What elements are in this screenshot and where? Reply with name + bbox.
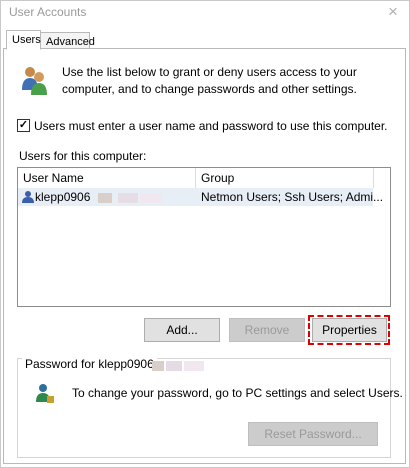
group-cell: Netmon Users; Ssh Users; Admi...: [201, 190, 384, 204]
users-list-label: Users for this computer:: [19, 149, 147, 163]
password-group-title: Password for klepp0906: [22, 357, 157, 371]
password-text: To change your password, go to PC settin…: [72, 386, 403, 400]
reset-password-button[interactable]: Reset Password...: [248, 422, 378, 446]
close-icon[interactable]: ×: [382, 1, 404, 23]
redacted-block: [184, 361, 204, 371]
redacted-block: [152, 361, 164, 371]
redacted-block: [140, 193, 162, 203]
info-text: Use the list below to grant or deny user…: [62, 65, 357, 96]
column-header-group[interactable]: Group: [196, 168, 374, 188]
window-title: User Accounts: [9, 5, 87, 19]
redacted-block: [166, 361, 182, 371]
require-login-label: Users must enter a user name and passwor…: [34, 119, 388, 133]
redacted-block: [118, 193, 138, 203]
column-header-username[interactable]: User Name: [18, 168, 196, 188]
user-small-icon: [22, 191, 34, 203]
tab-users[interactable]: Users: [6, 30, 41, 50]
user-name-cell: klepp0906: [35, 190, 91, 204]
key-user-icon: [36, 384, 54, 403]
add-button[interactable]: Add...: [144, 318, 220, 342]
redacted-block: [98, 193, 112, 203]
users-icon: [22, 67, 47, 95]
require-login-checkbox[interactable]: ✓: [17, 119, 30, 132]
highlight-box: [308, 315, 390, 345]
remove-button[interactable]: Remove: [229, 318, 305, 342]
